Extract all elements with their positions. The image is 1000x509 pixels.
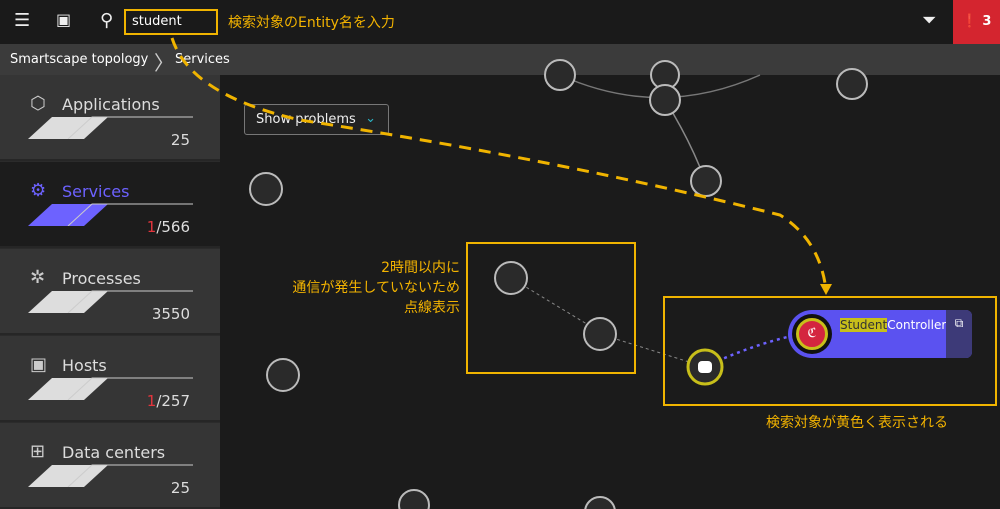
annotation-arrow: [170, 37, 832, 295]
annotation-yellow: 検索対象が黄色く表示される: [766, 415, 948, 431]
annotation-dotted: 2時間以内に 通信が発生していないため 点線表示: [292, 260, 460, 316]
